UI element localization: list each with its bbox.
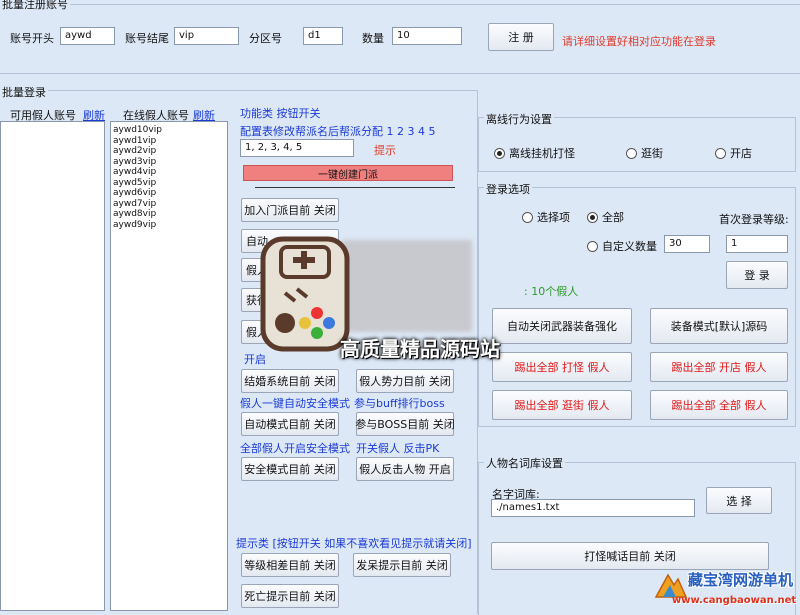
list-item[interactable]: aywd9vip xyxy=(113,220,225,231)
offline-option-fight[interactable]: 离线挂机打怪 xyxy=(494,145,575,161)
watermark-text: 高质量精品源码站 xyxy=(340,337,500,361)
radio-icon xyxy=(587,211,598,223)
counter-attack-button[interactable]: 假人反击人物 开启 xyxy=(356,457,454,481)
prefix-input[interactable]: aywd xyxy=(60,27,115,45)
all-safe-label: 全部假人开启安全模式 xyxy=(240,442,350,455)
register-button[interactable]: 注 册 xyxy=(488,23,554,51)
first-level-label: 首次登录等级: xyxy=(719,213,789,226)
level-tip-button[interactable]: 等级相差目前 关闭 xyxy=(241,553,339,577)
first-level-input[interactable]: 1 xyxy=(726,235,788,253)
list-item[interactable]: aywd5vip xyxy=(113,178,225,189)
offline-option-shop[interactable]: 开店 xyxy=(715,145,752,161)
namelib-title: 人物名词库设置 xyxy=(484,455,565,471)
custom-count-radio[interactable]: 自定义数量 xyxy=(587,238,657,254)
create-sect-button[interactable]: 一键创建门派 xyxy=(243,165,453,181)
custom-count-input[interactable]: 30 xyxy=(664,235,710,253)
boss-button[interactable]: 参与BOSS目前 关闭 xyxy=(355,412,455,436)
suffix-input[interactable]: vip xyxy=(174,27,239,45)
radio-icon xyxy=(587,240,598,252)
death-tip-button[interactable]: 死亡提示目前 关闭 xyxy=(241,584,339,608)
prefix-label: 账号开头 xyxy=(10,32,54,45)
marriage-button[interactable]: 结婚系统目前 关闭 xyxy=(241,369,339,393)
login-button[interactable]: 登 录 xyxy=(726,261,788,289)
count-input[interactable]: 10 xyxy=(392,27,462,45)
list-item[interactable]: aywd4vip xyxy=(113,167,225,178)
config-input[interactable]: 1, 2, 3, 4, 5 xyxy=(240,139,354,157)
join-sect-button[interactable]: 加入门派目前 关闭 xyxy=(241,198,339,222)
namelib-select-button[interactable]: 选 择 xyxy=(706,487,772,514)
kick-all-button[interactable]: 踢出全部 全部 假人 xyxy=(650,390,788,420)
radio-icon xyxy=(494,147,505,159)
hint-link[interactable]: 提示 xyxy=(374,142,396,158)
reward-tip-button[interactable]: 发呆提示目前 关闭 xyxy=(353,553,451,577)
kick-fight-button[interactable]: 踢出全部 打怪 假人 xyxy=(492,352,632,382)
pk-label: 开关假人 反击PK xyxy=(356,442,440,455)
zone-input[interactable]: d1 xyxy=(303,27,343,45)
list-item[interactable]: aywd10vip xyxy=(113,125,225,136)
logo-url: www.cangbaowan.net xyxy=(672,595,797,606)
config-label: 配置表修改帮派名后帮派分配 1 2 3 4 5 xyxy=(240,125,436,138)
zone-label: 分区号 xyxy=(249,32,282,45)
kick-shop-button[interactable]: 踢出全部 开店 假人 xyxy=(650,352,788,382)
faction-button[interactable]: 假人势力目前 关闭 xyxy=(356,369,454,393)
list-item[interactable]: aywd1vip xyxy=(113,136,225,147)
logo-title: 藏宝湾网游单机 xyxy=(688,571,794,589)
list-item[interactable]: aywd3vip xyxy=(113,157,225,168)
divider xyxy=(255,187,455,188)
buff-boss-label: 参与buff排行boss xyxy=(354,397,445,410)
count-label: 数量 xyxy=(362,32,384,45)
auto-mode-button[interactable]: 自动模式目前 关闭 xyxy=(241,412,339,436)
blurred-region xyxy=(342,240,472,332)
register-hint: 请详细设置好相对应功能在登录 xyxy=(562,35,716,48)
opt-select-radio[interactable]: 选择项 xyxy=(522,209,570,225)
radio-icon xyxy=(626,147,637,159)
functions-header: 功能类 按钮开关 xyxy=(240,107,321,120)
weapon-enhance-button[interactable]: 自动关闭武器装备强化 xyxy=(492,308,632,344)
radio-icon xyxy=(522,211,533,223)
opt-all-radio[interactable]: 全部 xyxy=(587,209,624,225)
radio-icon xyxy=(715,147,726,159)
list-item[interactable]: aywd2vip xyxy=(113,146,225,157)
equip-mode-button[interactable]: 装备模式[默认]源码 xyxy=(650,308,788,344)
auto-safe-label: 假人一键自动安全模式 xyxy=(240,397,350,410)
offline-group-title: 离线行为设置 xyxy=(484,111,554,127)
list-item[interactable]: aywd7vip xyxy=(113,199,225,210)
safe-mode-button[interactable]: 安全模式目前 关闭 xyxy=(241,457,339,481)
tip-label: 提示类 [按钮开关 如果不喜欢看见提示就请关闭] xyxy=(236,537,472,550)
online-accounts-list[interactable]: aywd10vip aywd1vip aywd2vip aywd3vip ayw… xyxy=(110,121,228,611)
register-group-title: 批量注册账号 xyxy=(0,0,70,12)
namelib-path-input[interactable]: ./names1.txt xyxy=(491,499,695,517)
fake-count-label: : 10个假人 xyxy=(524,285,579,298)
suffix-label: 账号结尾 xyxy=(125,32,169,45)
login-group-title: 批量登录 xyxy=(0,84,48,100)
site-logo: 藏宝湾网游单机 www.cangbaowan.net xyxy=(652,565,798,613)
offline-option-stroll[interactable]: 逛街 xyxy=(626,145,663,161)
login-options-title: 登录选项 xyxy=(484,181,532,197)
kick-stroll-button[interactable]: 踢出全部 逛街 假人 xyxy=(492,390,632,420)
available-accounts-list[interactable] xyxy=(0,121,105,611)
list-item[interactable]: aywd8vip xyxy=(113,209,225,220)
list-item[interactable]: aywd6vip xyxy=(113,188,225,199)
